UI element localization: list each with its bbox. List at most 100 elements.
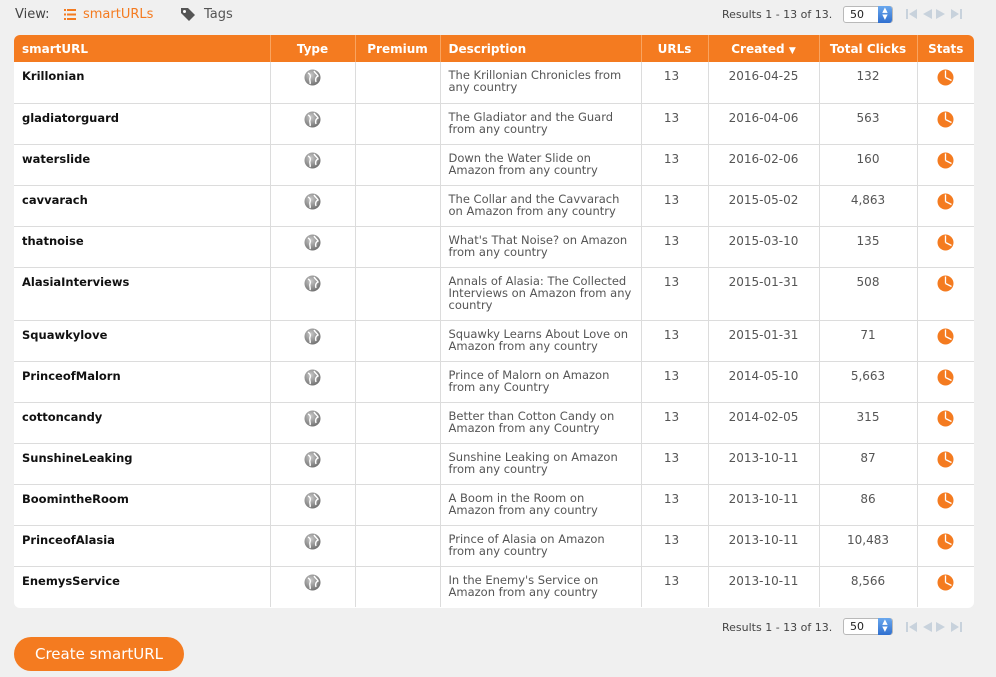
premium-cell xyxy=(355,185,441,227)
globe-icon xyxy=(304,574,321,591)
smarturl-name[interactable]: cottoncandy xyxy=(14,402,271,444)
pager-top xyxy=(905,7,963,21)
smarturl-name[interactable]: Squawkylove xyxy=(14,320,271,362)
type-cell xyxy=(270,103,356,145)
created-date: 2016-04-25 xyxy=(708,62,820,104)
col-stats[interactable]: Stats xyxy=(917,35,974,62)
globe-icon xyxy=(304,69,321,86)
view-tags-tab[interactable]: Tags xyxy=(180,7,233,22)
pie-chart-icon[interactable] xyxy=(937,533,954,550)
table-row[interactable]: PrinceofAlasia Prince of Alasia on Amazon… xyxy=(14,525,974,567)
table-row[interactable]: thatnoise What's That Noise? on Amazon fr… xyxy=(14,226,974,268)
table-row[interactable]: EnemysService In the Enemy's Service on A… xyxy=(14,566,974,607)
smarturl-name[interactable]: PrinceofMalorn xyxy=(14,361,271,403)
smarturl-name[interactable]: BoomintheRoom xyxy=(14,484,271,526)
smarturl-name[interactable]: PrinceofAlasia xyxy=(14,525,271,567)
first-page-icon[interactable] xyxy=(905,7,919,21)
pie-chart-icon[interactable] xyxy=(937,328,954,345)
urls-count: 13 xyxy=(641,320,709,362)
table-row[interactable]: BoomintheRoom A Boom in the Room on Amazo… xyxy=(14,484,974,526)
per-page-select-bottom[interactable]: 50 ▲ ▼ xyxy=(843,618,893,635)
total-clicks: 10,483 xyxy=(819,525,918,567)
stats-cell[interactable] xyxy=(917,443,974,485)
pie-chart-icon[interactable] xyxy=(937,492,954,509)
pie-chart-icon[interactable] xyxy=(937,111,954,128)
globe-icon xyxy=(304,234,321,251)
stats-cell[interactable] xyxy=(917,267,974,321)
smarturl-name[interactable]: AlasiaInterviews xyxy=(14,267,271,321)
table-row[interactable]: SunshineLeaking Sunshine Leaking on Amazo… xyxy=(14,443,974,485)
col-premium[interactable]: Premium xyxy=(355,35,441,62)
created-date: 2015-05-02 xyxy=(708,185,820,227)
stats-cell[interactable] xyxy=(917,402,974,444)
description-cell: Down the Water Slide on Amazon from any … xyxy=(440,144,642,186)
smarturl-name[interactable]: SunshineLeaking xyxy=(14,443,271,485)
premium-cell xyxy=(355,320,441,362)
pie-chart-icon[interactable] xyxy=(937,410,954,427)
stats-cell[interactable] xyxy=(917,525,974,567)
smarturl-name[interactable]: gladiatorguard xyxy=(14,103,271,145)
pie-chart-icon[interactable] xyxy=(937,574,954,591)
globe-icon xyxy=(304,492,321,509)
table-row[interactable]: Squawkylove Squawky Learns About Love on … xyxy=(14,320,974,362)
per-page-select-top[interactable]: 50 ▲ ▼ xyxy=(843,6,893,23)
smarturl-name[interactable]: waterslide xyxy=(14,144,271,186)
pie-chart-icon[interactable] xyxy=(937,275,954,292)
col-urls[interactable]: URLs xyxy=(641,35,709,62)
col-description[interactable]: Description xyxy=(440,35,642,62)
last-page-icon[interactable] xyxy=(949,620,963,634)
type-cell xyxy=(270,320,356,362)
table-row[interactable]: Krillonian The Krillonian Chronicles from… xyxy=(14,62,974,104)
stats-cell[interactable] xyxy=(917,144,974,186)
table-row[interactable]: gladiatorguard The Gladiator and the Guar… xyxy=(14,103,974,145)
smarturl-name[interactable]: EnemysService xyxy=(14,566,271,607)
description-cell: The Gladiator and the Guard from any cou… xyxy=(440,103,642,145)
globe-icon xyxy=(304,111,321,128)
stats-cell[interactable] xyxy=(917,62,974,104)
type-cell xyxy=(270,62,356,104)
smarturl-name[interactable]: cavvarach xyxy=(14,185,271,227)
col-created[interactable]: Created ▼ xyxy=(708,35,820,62)
type-cell xyxy=(270,361,356,403)
stats-cell[interactable] xyxy=(917,361,974,403)
table-row[interactable]: AlasiaInterviews Annals of Alasia: The Co… xyxy=(14,267,974,321)
stats-cell[interactable] xyxy=(917,320,974,362)
pie-chart-icon[interactable] xyxy=(937,451,954,468)
pie-chart-icon[interactable] xyxy=(937,193,954,210)
premium-cell xyxy=(355,103,441,145)
globe-icon xyxy=(304,152,321,169)
col-total-clicks[interactable]: Total Clicks xyxy=(819,35,918,62)
table-row[interactable]: cottoncandy Better than Cotton Candy on A… xyxy=(14,402,974,444)
col-smarturl[interactable]: smartURL xyxy=(14,35,271,62)
create-smarturl-button[interactable]: Create smartURL xyxy=(14,637,184,671)
table-row[interactable]: PrinceofMalorn Prince of Malorn on Amazon… xyxy=(14,361,974,403)
urls-count: 13 xyxy=(641,361,709,403)
table-row[interactable]: waterslide Down the Water Slide on Amazon… xyxy=(14,144,974,186)
stats-cell[interactable] xyxy=(917,226,974,268)
first-page-icon[interactable] xyxy=(905,620,919,634)
urls-count: 13 xyxy=(641,144,709,186)
stats-cell[interactable] xyxy=(917,185,974,227)
total-clicks: 5,663 xyxy=(819,361,918,403)
sort-desc-icon: ▼ xyxy=(788,45,796,56)
prev-page-icon[interactable] xyxy=(921,7,933,21)
pie-chart-icon[interactable] xyxy=(937,152,954,169)
pie-chart-icon[interactable] xyxy=(937,234,954,251)
col-type[interactable]: Type xyxy=(270,35,356,62)
created-date: 2014-02-05 xyxy=(708,402,820,444)
pie-chart-icon[interactable] xyxy=(937,69,954,86)
per-page-value: 50 xyxy=(850,8,864,21)
smarturl-name[interactable]: thatnoise xyxy=(14,226,271,268)
stats-cell[interactable] xyxy=(917,566,974,607)
next-page-icon[interactable] xyxy=(935,7,947,21)
prev-page-icon[interactable] xyxy=(921,620,933,634)
table-row[interactable]: cavvarach The Collar and the Cavvarach on… xyxy=(14,185,974,227)
smarturl-name[interactable]: Krillonian xyxy=(14,62,271,104)
stats-cell[interactable] xyxy=(917,484,974,526)
next-page-icon[interactable] xyxy=(935,620,947,634)
last-page-icon[interactable] xyxy=(949,7,963,21)
pie-chart-icon[interactable] xyxy=(937,369,954,386)
total-clicks: 135 xyxy=(819,226,918,268)
view-smarturls-tab[interactable]: smartURLs xyxy=(64,7,153,22)
stats-cell[interactable] xyxy=(917,103,974,145)
